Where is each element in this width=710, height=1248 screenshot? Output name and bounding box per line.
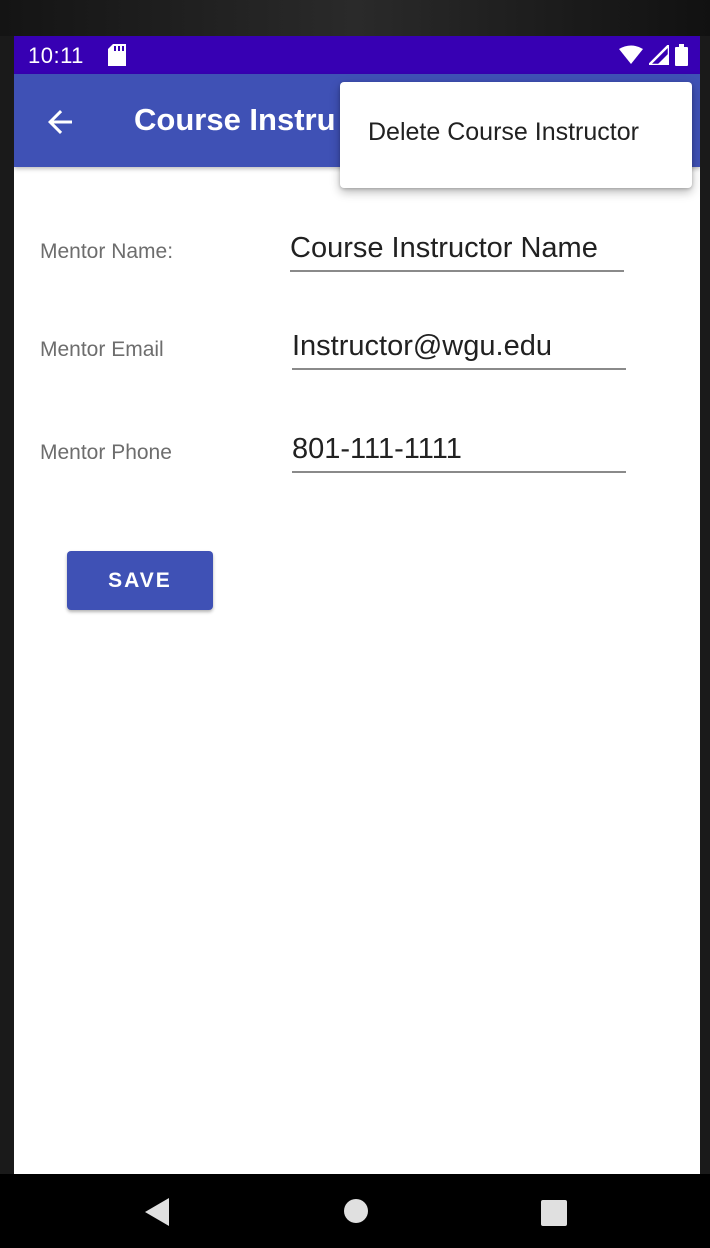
overflow-menu: Delete Course Instructor — [340, 82, 692, 188]
wifi-icon — [619, 45, 643, 70]
page-title: Course Instru — [134, 102, 336, 137]
signal-icon — [645, 41, 671, 70]
menu-item-delete-course-instructor[interactable]: Delete Course Instructor — [368, 118, 639, 147]
device-bezel-top — [0, 0, 710, 36]
nav-home-icon[interactable] — [343, 1198, 369, 1229]
mentor-phone-label: Mentor Phone — [40, 441, 172, 464]
back-arrow-icon[interactable] — [42, 104, 78, 140]
sd-card-icon — [108, 44, 126, 71]
nav-recents-icon[interactable] — [541, 1200, 567, 1231]
mentor-email-label: Mentor Email — [40, 338, 164, 361]
mentor-phone-input[interactable]: 801-111-1111 — [292, 431, 626, 473]
mentor-name-label: Mentor Name: — [40, 240, 174, 263]
battery-icon — [675, 44, 688, 71]
nav-back-icon[interactable] — [145, 1198, 169, 1231]
status-bar: 10:11 — [14, 36, 700, 74]
save-button[interactable]: SAVE — [67, 551, 213, 610]
status-icons — [619, 41, 688, 71]
mentor-name-input[interactable]: Course Instructor Name — [290, 230, 624, 272]
mentor-email-input[interactable]: Instructor@wgu.edu — [292, 328, 626, 370]
system-navigation-bar — [0, 1174, 710, 1248]
app-screen: 10:11 Course Instru Delete Course Instru… — [14, 36, 700, 1174]
status-time: 10:11 — [28, 43, 84, 68]
